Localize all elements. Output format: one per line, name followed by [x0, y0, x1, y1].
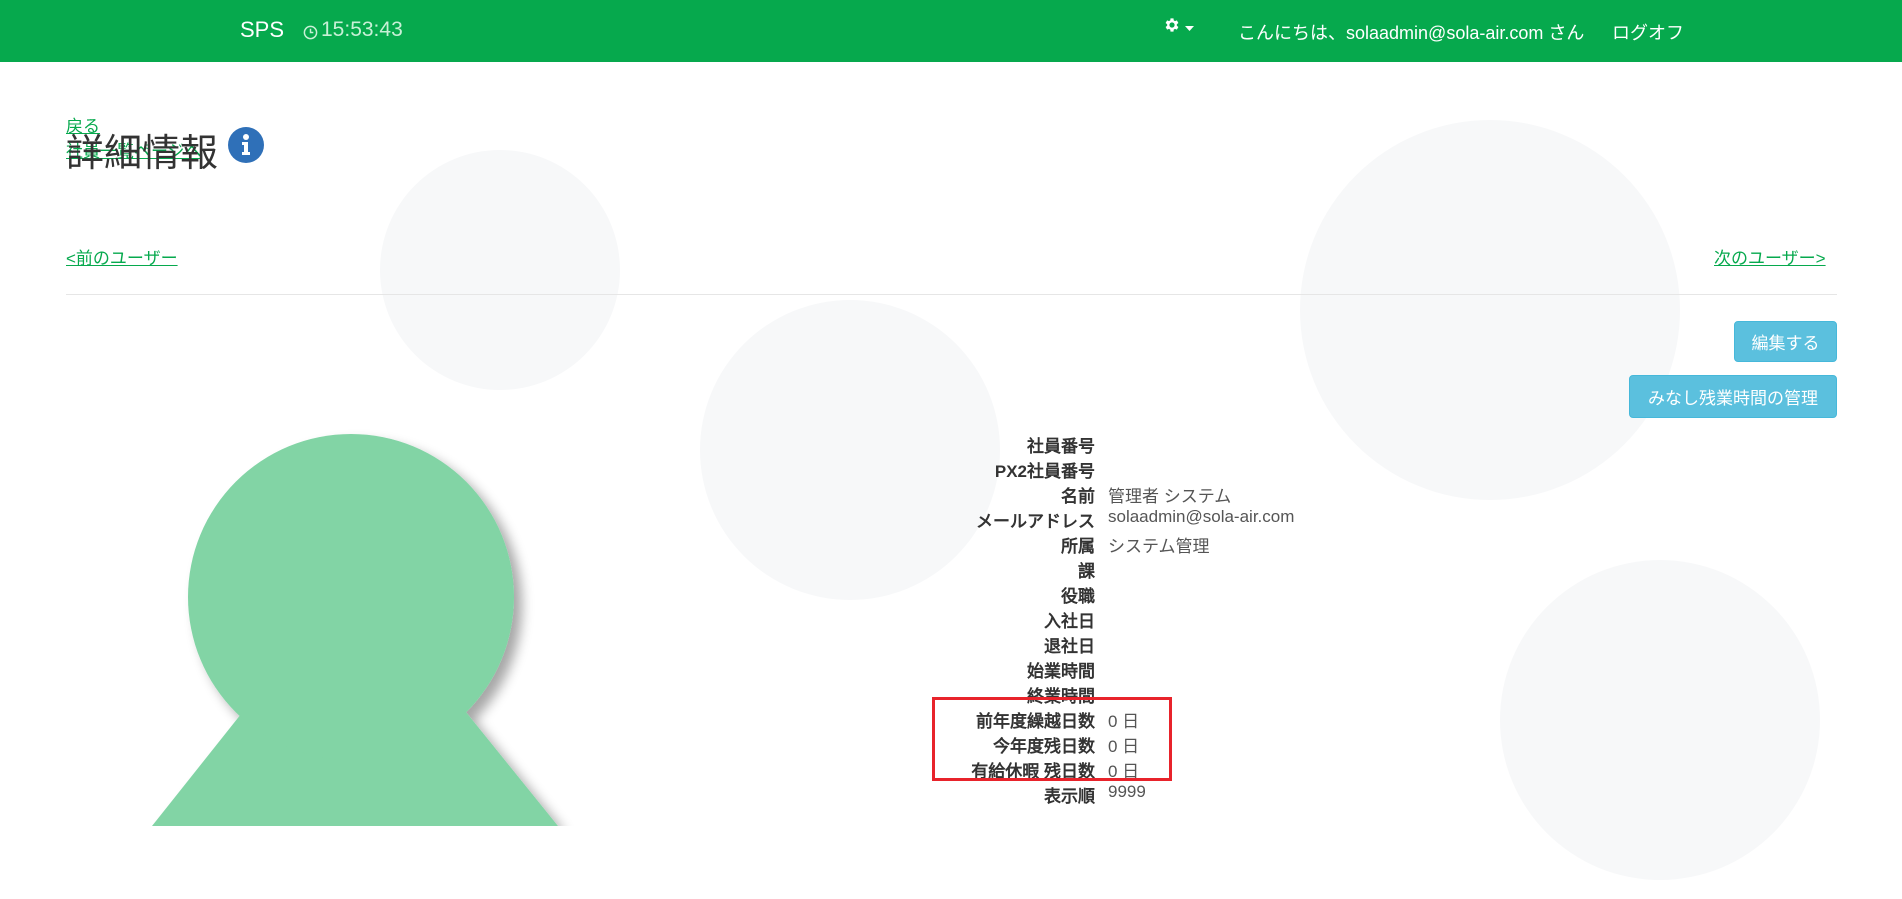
background-decoration [1500, 560, 1820, 880]
detail-label: PX2社員番号 [994, 462, 1095, 481]
detail-row: 課 [820, 557, 1320, 582]
settings-dropdown[interactable] [1163, 16, 1194, 39]
detail-label: 役職 [1061, 587, 1095, 606]
detail-row: 入社日 [820, 607, 1320, 632]
gear-icon [1163, 16, 1181, 39]
detail-label: 退社日 [1044, 637, 1095, 656]
detail-row: メールアドレス solaadmin@sola-air.com [820, 507, 1320, 532]
brand-link[interactable]: SPS [240, 17, 284, 43]
edit-button[interactable]: 編集する [1734, 321, 1837, 362]
detail-value: 管理者 システム [1108, 487, 1232, 506]
detail-row: 役職 [820, 582, 1320, 607]
highlight-annotation-box [932, 697, 1172, 781]
detail-row: 始業時間 [820, 657, 1320, 682]
detail-label: 所属 [1061, 537, 1095, 556]
detail-row: 所属 システム管理 [820, 532, 1320, 557]
detail-row: 社員番号 [820, 432, 1320, 457]
detail-label: 社員番号 [1027, 437, 1095, 456]
clock-time: 15:53:43 [321, 18, 403, 41]
background-decoration [1300, 120, 1680, 500]
detail-label: 課 [1078, 562, 1095, 581]
clock-icon [303, 22, 318, 39]
prev-user-link[interactable]: <前のユーザー [66, 244, 178, 269]
info-icon[interactable] [228, 126, 265, 173]
detail-label: 表示順 [1044, 787, 1095, 806]
detail-row: 表示順 9999 [820, 782, 1320, 807]
detail-row: PX2社員番号 [820, 457, 1320, 482]
overtime-management-button[interactable]: みなし残業時間の管理 [1629, 375, 1837, 418]
detail-label: 始業時間 [1027, 662, 1095, 681]
top-navbar: SPS 15:53:43 こんにちは、solaadmin@sola-air.co… [0, 0, 1902, 62]
user-greeting[interactable]: こんにちは、solaadmin@sola-air.com さん [1238, 19, 1584, 45]
background-decoration [380, 150, 620, 390]
detail-row: 退社日 [820, 632, 1320, 657]
next-user-link[interactable]: 次のユーザー> [1714, 244, 1826, 269]
divider [66, 294, 1837, 295]
detail-value: 9999 [1108, 782, 1146, 801]
clock: 15:53:43 [303, 18, 403, 42]
detail-label: メールアドレス [976, 512, 1095, 531]
avatar-placeholder [100, 377, 574, 826]
detail-row: 名前 管理者 システム [820, 482, 1320, 507]
detail-value: solaadmin@sola-air.com [1108, 507, 1295, 526]
page-title-text: 詳細情報 [66, 133, 219, 175]
page: SPS 15:53:43 こんにちは、solaadmin@sola-air.co… [0, 0, 1902, 899]
detail-value: システム管理 [1108, 537, 1210, 556]
detail-label: 名前 [1061, 487, 1095, 506]
caret-down-icon [1185, 19, 1194, 37]
logoff-link[interactable]: ログオフ [1612, 19, 1684, 45]
page-title: 詳細情報 [66, 122, 265, 177]
detail-label: 入社日 [1044, 612, 1095, 631]
